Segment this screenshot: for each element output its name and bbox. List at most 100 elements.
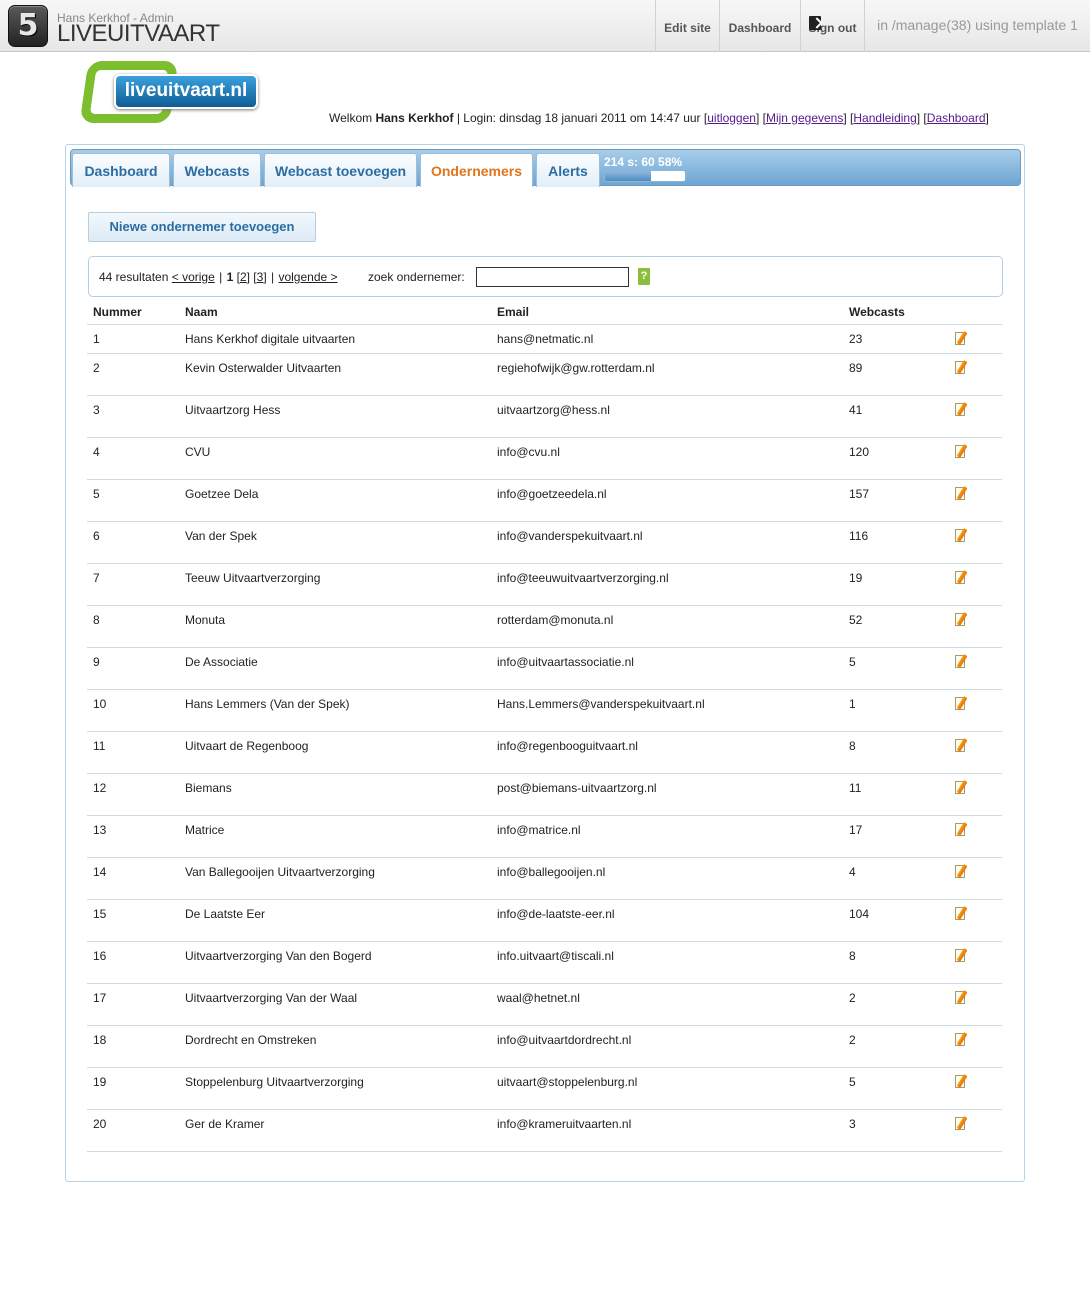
edit-icon[interactable] bbox=[955, 360, 968, 375]
row-email: info@teeuwuitvaartverzorging.nl bbox=[497, 571, 669, 585]
welcome-user-name: Hans Kerkhof bbox=[375, 111, 454, 125]
edit-icon[interactable] bbox=[955, 948, 968, 963]
row-number: 20 bbox=[93, 1117, 107, 1131]
edit-icon[interactable] bbox=[955, 331, 968, 346]
row-email: info@matrice.nl bbox=[497, 823, 581, 837]
table-row: 12 Biemans post@biemans-uitvaartzorg.nl 11 bbox=[87, 774, 1002, 816]
edit-icon[interactable] bbox=[955, 696, 968, 711]
row-name: Uitvaartverzorging Van der Waal bbox=[185, 991, 358, 1005]
tab-ondernemers[interactable]: Ondernemers bbox=[420, 153, 533, 187]
edit-site-button[interactable]: Edit site bbox=[655, 0, 719, 52]
edit-icon[interactable] bbox=[955, 1032, 968, 1047]
row-email: info@goetzeedela.nl bbox=[497, 487, 607, 501]
edit-icon[interactable] bbox=[955, 654, 968, 669]
row-webcasts: 19 bbox=[849, 571, 863, 585]
edit-icon[interactable] bbox=[955, 738, 968, 753]
edit-icon[interactable] bbox=[955, 906, 968, 921]
table-row: 17 Uitvaartverzorging Van der Waal waal@he… bbox=[87, 984, 1002, 1026]
row-webcasts: 2 bbox=[849, 1033, 856, 1047]
cms-dashboard-button[interactable]: Dashboard bbox=[719, 0, 800, 52]
row-number: 15 bbox=[93, 907, 107, 921]
cms-logo-glyph: 5 bbox=[17, 8, 39, 43]
row-name: Kevin Osterwalder Uitvaarten bbox=[185, 361, 342, 375]
row-number: 6 bbox=[93, 529, 100, 543]
search-input[interactable] bbox=[476, 267, 629, 287]
row-name: Matrice bbox=[185, 823, 225, 837]
edit-icon[interactable] bbox=[955, 1116, 968, 1131]
row-number: 5 bbox=[93, 487, 100, 501]
manual-link[interactable]: Handleiding bbox=[853, 111, 916, 125]
row-webcasts: 4 bbox=[849, 865, 856, 879]
edit-icon[interactable] bbox=[955, 486, 968, 501]
site-logo[interactable]: liveuitvaart.nl bbox=[79, 61, 260, 125]
filter-box: 44 resultaten < vorige | 1 [2] [3] | vol… bbox=[88, 256, 1003, 297]
row-number: 11 bbox=[93, 739, 106, 753]
row-webcasts: 157 bbox=[849, 487, 870, 501]
row-number: 10 bbox=[93, 697, 107, 711]
row-number: 16 bbox=[93, 949, 107, 963]
row-email: info@vanderspekuitvaart.nl bbox=[497, 529, 643, 543]
tab-alerts[interactable]: Alerts bbox=[536, 153, 600, 187]
next-page-link[interactable]: volgende > bbox=[278, 270, 337, 284]
table-row: 19 Stoppelenburg Uitvaartverzorging uitvaa… bbox=[87, 1068, 1002, 1110]
my-details-link[interactable]: Mijn gegevens bbox=[766, 111, 843, 125]
prev-page-link[interactable]: < vorige bbox=[172, 270, 215, 284]
row-number: 9 bbox=[93, 655, 100, 669]
row-webcasts: 89 bbox=[849, 361, 863, 375]
table-row: 9 De Associatie info@uitvaartassociatie.nl… bbox=[87, 648, 1002, 690]
dashboard-link[interactable]: Dashboard bbox=[927, 111, 986, 125]
tab-dashboard[interactable]: Dashboard bbox=[72, 153, 170, 187]
page-link-2[interactable]: 2 bbox=[240, 270, 247, 284]
edit-icon[interactable] bbox=[955, 822, 968, 837]
row-email: waal@hetnet.nl bbox=[497, 991, 580, 1005]
table-row: 4 CVU info@cvu.nl 120 bbox=[87, 438, 1002, 480]
add-ondernemer-button[interactable]: Niewe ondernemer toevoegen bbox=[88, 212, 316, 242]
row-webcasts: 116 bbox=[849, 529, 869, 543]
page-link-3[interactable]: 3 bbox=[257, 270, 264, 284]
edit-icon[interactable] bbox=[955, 864, 968, 879]
edit-icon[interactable] bbox=[955, 528, 968, 543]
edit-icon[interactable] bbox=[955, 990, 968, 1005]
tab-webcast-toevoegen[interactable]: Webcast toevoegen bbox=[264, 153, 417, 187]
edit-icon[interactable] bbox=[955, 444, 968, 459]
table-row: 13 Matrice info@matrice.nl 17 bbox=[87, 816, 1002, 858]
row-number: 2 bbox=[93, 361, 100, 375]
row-webcasts: 17 bbox=[849, 823, 863, 837]
cms-site-name: LIVEUITVAART bbox=[57, 20, 220, 47]
edit-icon[interactable] bbox=[955, 612, 968, 627]
row-webcasts: 52 bbox=[849, 613, 863, 627]
edit-icon[interactable] bbox=[955, 1074, 968, 1089]
table-row: 10 Hans Lemmers (Van der Spek) Hans.Lemmer… bbox=[87, 690, 1002, 732]
row-webcasts: 104 bbox=[849, 907, 870, 921]
tab-bar: Dashboard Webcasts Webcast toevoegen Ond… bbox=[70, 149, 1021, 187]
row-webcasts: 120 bbox=[849, 445, 870, 459]
edit-icon[interactable] bbox=[955, 780, 968, 795]
row-email: info@uitvaartassociatie.nl bbox=[497, 655, 634, 669]
pager: 44 resultaten < vorige | 1 [2] [3] | vol… bbox=[99, 270, 338, 284]
search-label: zoek ondernemer: bbox=[368, 270, 465, 284]
row-name: Uitvaartverzorging Van den Bogerd bbox=[185, 949, 372, 963]
table-row: 7 Teeuw Uitvaartverzorging info@teeuwuitva… bbox=[87, 564, 1002, 606]
welcome-login-info: | Login: dinsdag 18 januari 2011 om 14:4… bbox=[453, 111, 704, 125]
tab-webcasts[interactable]: Webcasts bbox=[173, 153, 261, 187]
row-name: Van der Spek bbox=[185, 529, 257, 543]
row-name: Goetzee Dela bbox=[185, 487, 259, 501]
row-number: 19 bbox=[93, 1075, 107, 1089]
edit-icon[interactable] bbox=[955, 570, 968, 585]
table-row: 16 Uitvaartverzorging Van den Bogerd info.… bbox=[87, 942, 1002, 984]
row-webcasts: 11 bbox=[849, 781, 862, 795]
sign-out-button[interactable]: Sign out bbox=[800, 0, 864, 52]
edit-icon[interactable] bbox=[955, 402, 968, 417]
row-name: Hans Lemmers (Van der Spek) bbox=[185, 697, 350, 711]
row-webcasts: 3 bbox=[849, 1117, 856, 1131]
row-name: Biemans bbox=[185, 781, 232, 795]
logout-link[interactable]: uitloggen bbox=[707, 111, 756, 125]
row-number: 4 bbox=[93, 445, 100, 459]
search-go-button[interactable]: ? bbox=[638, 268, 650, 285]
welcome-line: Welkom Hans Kerkhof | Login: dinsdag 18 … bbox=[329, 111, 989, 125]
row-email: info@uitvaartdordrecht.nl bbox=[497, 1033, 632, 1047]
welcome-prefix: Welkom bbox=[329, 111, 376, 125]
ondernemers-table: Nummer Naam Email Webcasts 1 Hans Kerkhof… bbox=[87, 297, 1002, 1152]
cms-logo[interactable]: 5 bbox=[8, 5, 48, 47]
row-name: Hans Kerkhof digitale uitvaarten bbox=[185, 332, 356, 346]
